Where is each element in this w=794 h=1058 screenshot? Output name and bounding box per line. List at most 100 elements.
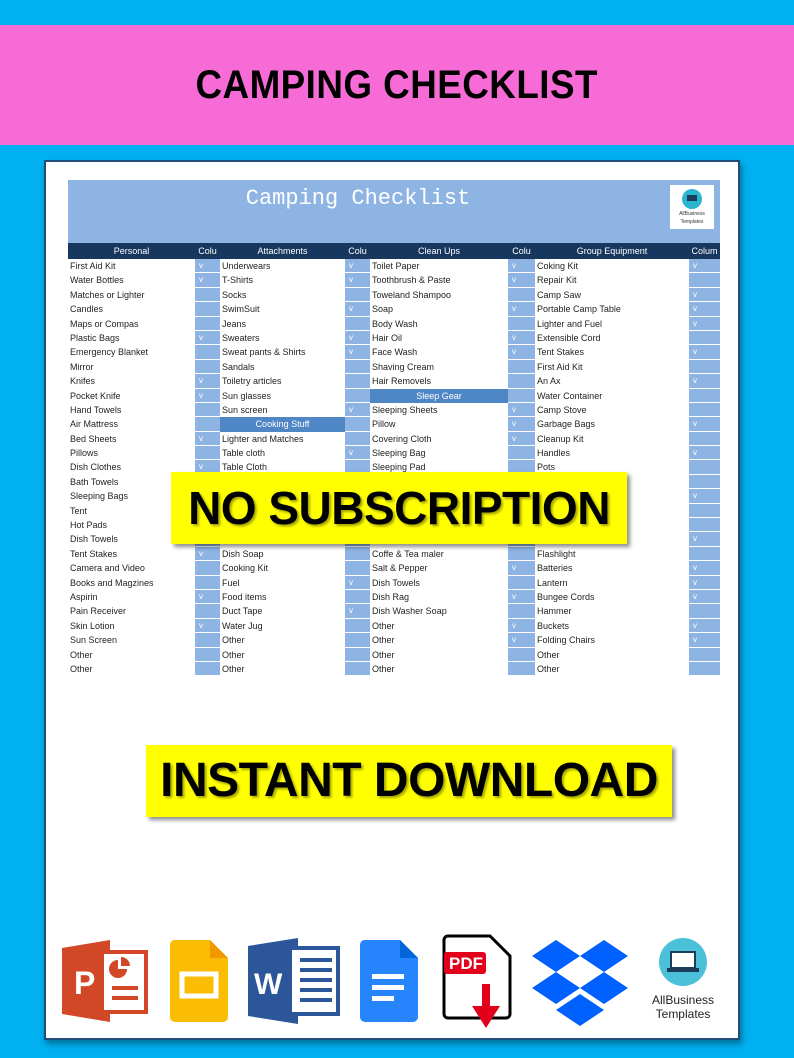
checkbox-cell[interactable]: v (689, 618, 720, 634)
checklist-item[interactable]: Other (370, 633, 508, 647)
checklist-item[interactable]: Other (370, 648, 508, 662)
checklist-item[interactable]: Skin Lotion (68, 619, 195, 633)
checklist-item[interactable]: Other (535, 648, 689, 662)
checkbox-cell[interactable] (689, 273, 720, 288)
checkbox-cell[interactable]: v (195, 431, 220, 447)
checkbox-cell[interactable] (195, 647, 220, 662)
checklist-item[interactable]: Toilet Paper (370, 259, 508, 273)
checkbox-cell[interactable] (195, 316, 220, 331)
checklist-item[interactable]: Hair Oil (370, 331, 508, 345)
checkbox-cell[interactable] (689, 518, 720, 533)
powerpoint-icon[interactable]: P (62, 938, 148, 1024)
checkbox-cell[interactable]: v (345, 575, 370, 590)
checkbox-cell[interactable]: v (508, 633, 535, 648)
checkbox-cell[interactable] (345, 287, 370, 303)
checkbox-cell[interactable]: v (345, 402, 370, 418)
checklist-item[interactable]: First Aid Kit (535, 360, 689, 374)
checklist-item[interactable]: Other (68, 662, 195, 676)
checklist-item[interactable]: Dish Soap (220, 547, 345, 561)
checkbox-cell[interactable]: v (689, 259, 720, 274)
checklist-item[interactable]: Pocket Knife (68, 389, 195, 403)
checkbox-cell[interactable]: v (689, 575, 720, 590)
checklist-item[interactable]: Camp Stove (535, 403, 689, 417)
checkbox-cell[interactable] (508, 575, 535, 590)
checkbox-cell[interactable]: v (345, 302, 370, 317)
column-header[interactable]: Attachments (220, 243, 345, 259)
checkbox-cell[interactable] (195, 302, 220, 317)
checklist-item[interactable]: Knifes (68, 374, 195, 388)
checkbox-cell[interactable]: v (508, 618, 535, 634)
checkbox-cell[interactable] (345, 388, 370, 403)
checklist-item[interactable]: Fuel (220, 576, 345, 590)
checkbox-cell[interactable] (689, 388, 720, 403)
checklist-item[interactable]: Bungee Cords (535, 590, 689, 604)
checklist-item[interactable]: Water Bottles (68, 273, 195, 287)
checklist-item[interactable]: Sweat pants & Shirts (220, 345, 345, 359)
checklist-item[interactable]: First Aid Kit (68, 259, 195, 273)
checkbox-cell[interactable]: v (689, 345, 720, 360)
column-header[interactable]: Colu (195, 243, 220, 259)
checkbox-cell[interactable]: v (689, 589, 720, 605)
checklist-item[interactable]: Duct Tape (220, 604, 345, 618)
checkbox-cell[interactable] (345, 359, 370, 375)
checklist-item[interactable]: Extensible Cord (535, 331, 689, 345)
checkbox-cell[interactable] (345, 374, 370, 389)
checklist-item[interactable]: Water Container (535, 389, 689, 403)
checkbox-cell[interactable] (689, 402, 720, 418)
checklist-item[interactable]: Candles (68, 302, 195, 316)
checkbox-cell[interactable] (195, 446, 220, 461)
checklist-item[interactable]: Lantern (535, 576, 689, 590)
checkbox-cell[interactable] (195, 633, 220, 648)
checkbox-cell[interactable]: v (195, 388, 220, 403)
checkbox-cell[interactable] (508, 359, 535, 375)
checkbox-cell[interactable]: v (345, 604, 370, 619)
checklist-item[interactable]: Portable Camp Table (535, 302, 689, 316)
checklist-item[interactable]: Sun screen (220, 403, 345, 417)
checklist-item[interactable]: Coffe & Tea maler (370, 547, 508, 561)
checklist-item[interactable]: Toweland Shampoo (370, 288, 508, 302)
checkbox-cell[interactable] (689, 359, 720, 375)
checkbox-cell[interactable]: v (689, 532, 720, 547)
checkbox-cell[interactable] (195, 575, 220, 590)
checkbox-cell[interactable]: v (508, 561, 535, 576)
checklist-item[interactable]: Sun Screen (68, 633, 195, 647)
checklist-item[interactable]: Dish Towels (370, 576, 508, 590)
checkbox-cell[interactable] (345, 561, 370, 576)
checkbox-cell[interactable]: v (195, 330, 220, 346)
checkbox-cell[interactable]: v (508, 330, 535, 346)
checkbox-cell[interactable]: v (689, 316, 720, 331)
checkbox-cell[interactable] (195, 402, 220, 418)
dropbox-icon[interactable] (532, 938, 628, 1028)
allbusiness-templates-icon[interactable]: AllBusiness Templates (642, 936, 724, 1021)
checklist-item[interactable]: Toothbrush & Paste (370, 273, 508, 287)
checklist-item[interactable]: Camera and Video (68, 561, 195, 575)
checkbox-cell[interactable] (689, 647, 720, 662)
checkbox-cell[interactable]: v (345, 273, 370, 288)
checkbox-cell[interactable] (508, 604, 535, 619)
checkbox-cell[interactable]: v (689, 633, 720, 648)
checklist-item[interactable]: Hair Removels (370, 374, 508, 388)
checkbox-cell[interactable] (195, 417, 220, 432)
checkbox-cell[interactable]: v (195, 273, 220, 288)
checkbox-cell[interactable]: v (689, 287, 720, 303)
checklist-item[interactable]: Camp Saw (535, 288, 689, 302)
checklist-item[interactable]: Other (370, 662, 508, 676)
checkbox-cell[interactable] (508, 661, 535, 677)
column-header[interactable]: Colum (689, 243, 720, 259)
checkbox-cell[interactable]: v (508, 273, 535, 288)
word-icon[interactable]: W (248, 936, 342, 1026)
checklist-item[interactable]: Tent Stakes (68, 547, 195, 561)
checklist-item[interactable]: Aspirin (68, 590, 195, 604)
checkbox-cell[interactable] (345, 316, 370, 331)
checkbox-cell[interactable] (689, 604, 720, 619)
checklist-item[interactable]: Hand Towels (68, 403, 195, 417)
checklist-item[interactable]: Batteries (535, 561, 689, 575)
checklist-item[interactable]: Water Jug (220, 619, 345, 633)
checkbox-cell[interactable] (689, 661, 720, 677)
checkbox-cell[interactable] (689, 503, 720, 519)
checkbox-cell[interactable] (508, 316, 535, 331)
checkbox-cell[interactable]: v (345, 259, 370, 274)
checklist-item[interactable]: Sweaters (220, 331, 345, 345)
checklist-item[interactable]: Tent Stakes (535, 345, 689, 359)
checklist-item[interactable]: Food items (220, 590, 345, 604)
